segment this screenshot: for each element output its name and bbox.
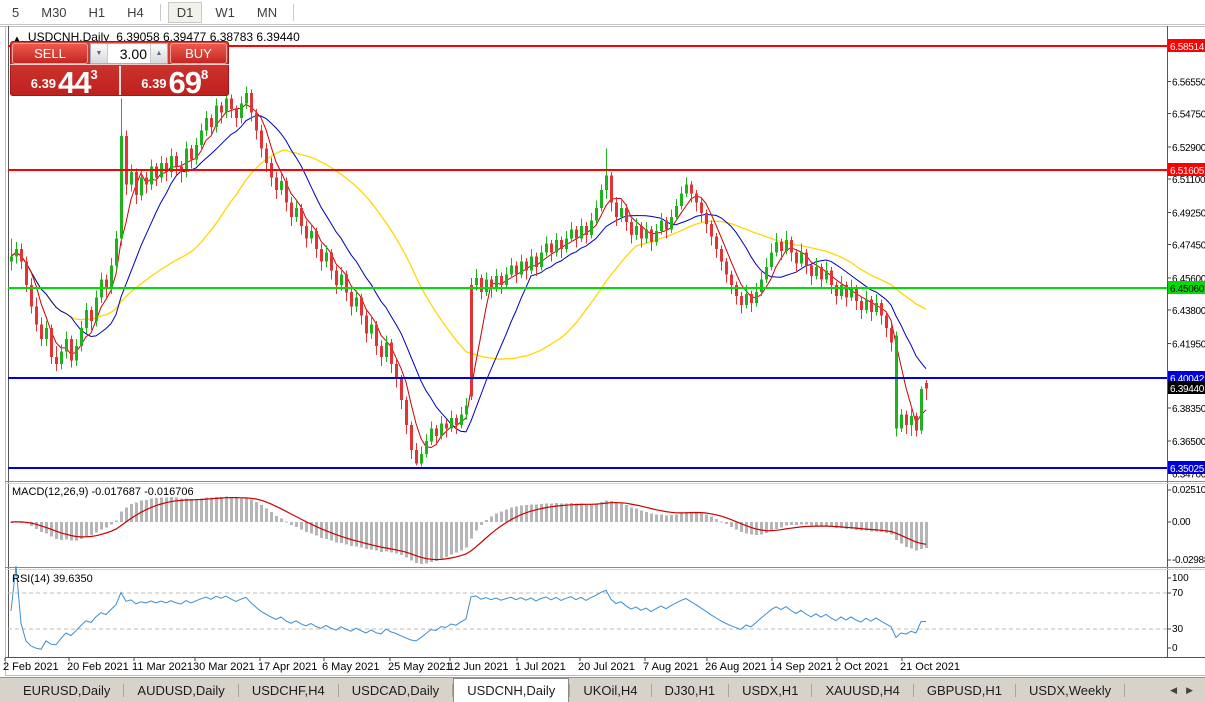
one-click-trading-panel: SELL ▼ 3.00 ▲ BUY 6.39 44 3 6.39 69 8: [10, 41, 229, 96]
volume-increase-button[interactable]: ▲: [150, 44, 167, 63]
svg-text:12 Jun 2021: 12 Jun 2021: [448, 661, 509, 673]
svg-text:25 May 2021: 25 May 2021: [388, 661, 452, 673]
svg-text:6.58514: 6.58514: [1170, 42, 1205, 53]
svg-text:6.39440: 6.39440: [1170, 384, 1205, 395]
toolbar-separator: [160, 4, 161, 21]
buy-button[interactable]: BUY: [170, 43, 227, 64]
chart-tabs: EURUSD,DailyAUDUSD,DailyUSDCHF,H4USDCAD,…: [10, 678, 1125, 702]
svg-text:30: 30: [1172, 624, 1184, 635]
tab-scroll-controls: ◀ ▶: [1170, 678, 1205, 702]
svg-text:6 May 2021: 6 May 2021: [322, 661, 379, 673]
svg-text:2 Oct 2021: 2 Oct 2021: [835, 661, 889, 673]
timeframe-mn[interactable]: MN: [248, 2, 286, 23]
chart-canvas[interactable]: 6.565506.547506.529006.511006.492506.474…: [0, 26, 1205, 677]
svg-text:2 Feb 2021: 2 Feb 2021: [3, 661, 59, 673]
pane-borders: [0, 26, 1205, 676]
svg-text:0: 0: [1172, 643, 1178, 654]
svg-text:6.54750: 6.54750: [1172, 110, 1205, 121]
svg-text:17 Apr 2021: 17 Apr 2021: [258, 661, 317, 673]
ma-fast-line: [11, 104, 926, 447]
volume-spinner: ▼ 3.00 ▲: [90, 43, 168, 64]
timeframe-h4[interactable]: H4: [118, 2, 153, 23]
svg-text:6.56550: 6.56550: [1172, 77, 1205, 88]
buy-price-big: 69: [169, 70, 201, 95]
rsi-pane: RSI(14) 39.6350 100 70 30 0: [8, 566, 1189, 654]
tab-separator: [1124, 684, 1125, 697]
terminal-window: 5M30H1H4 D1W1MN 6.56550 6.54750 6.52900 6.51…: [0, 0, 1205, 702]
sell-price-pip: 3: [91, 67, 98, 82]
volume-input[interactable]: 3.00: [108, 44, 150, 63]
macd-label: MACD(12,26,9) -0.017687 -0.016706: [12, 486, 194, 498]
moving-averages: [11, 104, 926, 447]
buy-price[interactable]: 6.39 69 8: [121, 65, 230, 96]
svg-text:6.41950: 6.41950: [1172, 339, 1205, 350]
sell-price[interactable]: 6.39 44 3: [10, 65, 119, 96]
candlesticks: [10, 87, 928, 467]
ma-mid-line: [11, 116, 926, 432]
time-scale: 2 Feb 2021 20 Feb 202111 Mar 202130 Mar 2…: [3, 658, 960, 673]
toolbar-separator: [293, 4, 294, 21]
svg-text:20 Jul 2021: 20 Jul 2021: [578, 661, 635, 673]
price-scale: 6.565506.547506.529006.511006.492506.474…: [1167, 77, 1205, 480]
tab-dj30-h1[interactable]: DJ30,H1: [652, 678, 729, 702]
sell-button[interactable]: SELL: [12, 43, 88, 64]
svg-text:14 Sep 2021: 14 Sep 2021: [770, 661, 832, 673]
svg-text:30 Mar 2021: 30 Mar 2021: [193, 661, 255, 673]
timeframe-w1[interactable]: W1: [206, 2, 244, 23]
tab-usdx-weekly[interactable]: USDX,Weekly: [1016, 678, 1124, 702]
tab-eurusd-daily[interactable]: EURUSD,Daily: [10, 678, 123, 702]
svg-text:11 Mar 2021: 11 Mar 2021: [132, 661, 193, 673]
tab-ukoil-h4[interactable]: UKOil,H4: [570, 678, 650, 702]
svg-text:0.00: 0.00: [1172, 517, 1191, 528]
timeframe-toolbar: 5M30H1H4 D1W1MN: [0, 0, 1205, 25]
timeframe-h1[interactable]: H1: [80, 2, 115, 23]
svg-text:6.36500: 6.36500: [1172, 437, 1205, 448]
svg-text:6.47450: 6.47450: [1172, 241, 1205, 252]
svg-text:6.35025: 6.35025: [1170, 464, 1205, 475]
sell-price-big: 44: [58, 70, 90, 95]
rsi-line: [11, 566, 926, 649]
svg-text:21 Oct 2021: 21 Oct 2021: [900, 661, 960, 673]
tab-usdcad-daily[interactable]: USDCAD,Daily: [339, 678, 452, 702]
timeframe-m30[interactable]: M30: [32, 2, 75, 23]
tab-audusd-daily[interactable]: AUDUSD,Daily: [124, 678, 237, 702]
svg-text:6.38350: 6.38350: [1172, 404, 1205, 415]
svg-text:0.02510: 0.02510: [1172, 485, 1205, 496]
svg-text:6.52900: 6.52900: [1172, 143, 1205, 154]
tab-usdcnh-daily[interactable]: USDCNH,Daily: [453, 678, 569, 702]
tab-scroll-left-icon[interactable]: ◀: [1170, 685, 1177, 696]
svg-text:26 Aug 2021: 26 Aug 2021: [705, 661, 767, 673]
svg-text:70: 70: [1172, 588, 1184, 599]
svg-text:1 Jul 2021: 1 Jul 2021: [515, 661, 566, 673]
timeframe-d1[interactable]: D1: [168, 2, 203, 23]
svg-text:6.51605: 6.51605: [1170, 166, 1205, 177]
tab-gbpusd-h1[interactable]: GBPUSD,H1: [914, 678, 1015, 702]
svg-text:100: 100: [1172, 573, 1189, 584]
svg-text:6.45060: 6.45060: [1170, 284, 1205, 295]
buy-price-pip: 8: [201, 67, 208, 82]
svg-text:-0.02988: -0.02988: [1172, 555, 1205, 566]
tab-xauusd-h4[interactable]: XAUUSD,H4: [812, 678, 912, 702]
svg-text:6.43800: 6.43800: [1172, 306, 1205, 317]
svg-text:20 Feb 2021: 20 Feb 2021: [67, 661, 129, 673]
rsi-label: RSI(14) 39.6350: [12, 573, 93, 585]
tab-scroll-right-icon[interactable]: ▶: [1186, 685, 1193, 696]
macd-pane: MACD(12,26,9) -0.017687 -0.016706 0.02510…: [10, 485, 1205, 566]
timeframe-5[interactable]: 5: [3, 2, 28, 23]
tab-usdchf-h4[interactable]: USDCHF,H4: [239, 678, 338, 702]
sell-price-prefix: 6.39: [31, 76, 56, 91]
buy-price-prefix: 6.39: [141, 76, 166, 91]
macd-signal-line: [11, 498, 926, 560]
volume-decrease-button[interactable]: ▼: [91, 44, 108, 63]
svg-text:7 Aug 2021: 7 Aug 2021: [643, 661, 699, 673]
chart-tab-bar: EURUSD,DailyAUDUSD,DailyUSDCHF,H4USDCAD,…: [0, 677, 1205, 702]
tab-usdx-h1[interactable]: USDX,H1: [729, 678, 811, 702]
svg-text:6.49250: 6.49250: [1172, 208, 1205, 219]
